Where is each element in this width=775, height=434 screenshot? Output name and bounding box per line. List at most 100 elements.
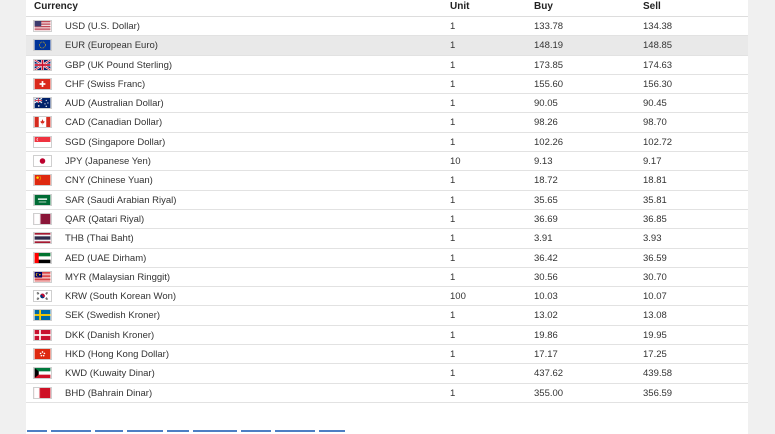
hk-flag-icon bbox=[33, 348, 52, 361]
gb-flag-icon bbox=[33, 58, 52, 71]
currency-name: AUD (Australian Dollar) bbox=[65, 98, 164, 110]
unit-value: 1 bbox=[450, 349, 456, 361]
table-row: AED (UAE Dirham) 1 36.42 36.59 bbox=[26, 249, 748, 268]
table-row: HKD (Hong Kong Dollar) 1 17.17 17.25 bbox=[26, 345, 748, 365]
unit-value: 1 bbox=[450, 21, 456, 32]
left-margin bbox=[0, 0, 26, 434]
buy-rate: 36.42 bbox=[534, 252, 558, 264]
currency-name: DKK (Danish Kroner) bbox=[65, 329, 155, 341]
dk-flag-icon bbox=[33, 328, 52, 341]
currency-name: BHD (Bahrain Dinar) bbox=[65, 387, 153, 399]
currency-name: GBP (UK Pound Sterling) bbox=[65, 59, 173, 71]
sell-rate: 19.95 bbox=[643, 329, 667, 341]
header-currency: Currency bbox=[34, 1, 78, 12]
sell-rate: 10.07 bbox=[643, 291, 667, 303]
table-row: CAD (Canadian Dollar) 1 98.26 98.70 bbox=[26, 113, 748, 133]
currency-name: CAD (Canadian Dollar) bbox=[65, 117, 163, 129]
table-row: MYR (Malaysian Ringgit) 1 30.56 30.70 bbox=[26, 268, 748, 288]
unit-value: 1 bbox=[450, 271, 456, 283]
buy-rate: 98.26 bbox=[534, 117, 558, 129]
unit-value: 1 bbox=[450, 329, 456, 341]
currency-name: SEK (Swedish Kroner) bbox=[65, 310, 161, 322]
table-row: DKK (Danish Kroner) 1 19.86 19.95 bbox=[26, 326, 748, 346]
us-flag-icon bbox=[33, 20, 52, 32]
unit-value: 1 bbox=[450, 194, 456, 206]
currency-name: QAR (Qatari Riyal) bbox=[65, 213, 145, 225]
table-row: SAR (Saudi Arabian Riyal) 1 35.65 35.81 bbox=[26, 191, 748, 210]
sell-rate: 156.30 bbox=[643, 78, 673, 90]
buy-rate: 13.02 bbox=[534, 310, 558, 322]
buy-rate: 90.05 bbox=[534, 98, 558, 110]
table-row: AUD (Australian Dollar) 1 90.05 90.45 bbox=[26, 94, 748, 114]
unit-value: 1 bbox=[450, 252, 456, 264]
buy-rate: 36.69 bbox=[534, 213, 558, 225]
sell-rate: 174.63 bbox=[643, 59, 673, 71]
sell-rate: 439.58 bbox=[643, 368, 673, 380]
sell-rate: 148.85 bbox=[643, 40, 673, 52]
header-sell: Sell bbox=[643, 1, 661, 12]
currency-name: HKD (Hong Kong Dollar) bbox=[65, 349, 170, 361]
unit-value: 1 bbox=[450, 310, 456, 322]
unit-value: 1 bbox=[450, 59, 456, 71]
table-row: JPY (Japanese Yen) 10 9.13 9.17 bbox=[26, 152, 748, 172]
table-row: SEK (Swedish Kroner) 1 13.02 13.08 bbox=[26, 306, 748, 326]
unit-value: 1 bbox=[450, 40, 456, 52]
sell-rate: 36.59 bbox=[643, 252, 667, 264]
kr-flag-icon bbox=[33, 290, 52, 303]
buy-rate: 3.91 bbox=[534, 233, 553, 245]
buy-rate: 35.65 bbox=[534, 194, 558, 206]
table-row: QAR (Qatari Riyal) 1 36.69 36.85 bbox=[26, 210, 748, 230]
buy-rate: 9.13 bbox=[534, 156, 553, 168]
ca-flag-icon bbox=[33, 116, 52, 129]
au-flag-icon bbox=[33, 97, 52, 110]
sell-rate: 17.25 bbox=[643, 349, 667, 361]
currency-name: THB (Thai Baht) bbox=[65, 233, 134, 245]
table-row: KWD (Kuwaity Dinar) 1 437.62 439.58 bbox=[26, 364, 748, 384]
unit-value: 1 bbox=[450, 387, 456, 399]
table-row: EUR (European Euro) 1 148.19 148.85 bbox=[26, 36, 748, 56]
table-header: Currency Unit Buy Sell bbox=[26, 0, 748, 16]
table-row: KRW (South Korean Won) 100 10.03 10.07 bbox=[26, 287, 748, 307]
buy-rate: 355.00 bbox=[534, 387, 564, 399]
currency-name: KRW (South Korean Won) bbox=[65, 291, 177, 303]
unit-value: 10 bbox=[450, 156, 461, 168]
sell-rate: 36.85 bbox=[643, 213, 667, 225]
sell-rate: 90.45 bbox=[643, 98, 667, 110]
unit-value: 1 bbox=[450, 233, 456, 245]
se-flag-icon bbox=[33, 309, 52, 322]
my-flag-icon bbox=[33, 270, 52, 283]
header-unit: Unit bbox=[450, 1, 470, 12]
currency-name: USD (U.S. Dollar) bbox=[65, 21, 140, 32]
sell-rate: 35.81 bbox=[643, 194, 667, 206]
buy-rate: 17.17 bbox=[534, 349, 558, 361]
sell-rate: 98.70 bbox=[643, 117, 667, 129]
buy-rate: 437.62 bbox=[534, 368, 564, 380]
currency-name: EUR (European Euro) bbox=[65, 40, 158, 52]
sell-rate: 18.81 bbox=[643, 175, 667, 187]
table-row: USD (U.S. Dollar) 1 133.78 134.38 bbox=[26, 17, 748, 37]
buy-rate: 30.56 bbox=[534, 271, 558, 283]
sell-rate: 13.08 bbox=[643, 310, 667, 322]
table-row: GBP (UK Pound Sterling) 1 173.85 174.63 bbox=[26, 56, 748, 75]
buy-rate: 173.85 bbox=[534, 59, 564, 71]
currency-name: KWD (Kuwaity Dinar) bbox=[65, 368, 155, 380]
table-row: BHD (Bahrain Dinar) 1 355.00 356.59 bbox=[26, 384, 748, 403]
unit-value: 1 bbox=[450, 98, 456, 110]
sa-flag-icon bbox=[33, 193, 52, 206]
currency-name: JPY (Japanese Yen) bbox=[65, 156, 151, 168]
bh-flag-icon bbox=[33, 386, 52, 399]
unit-value: 1 bbox=[450, 368, 456, 380]
right-margin bbox=[748, 0, 775, 434]
buy-rate: 155.60 bbox=[534, 78, 564, 90]
unit-value: 100 bbox=[450, 291, 466, 303]
footnote-links[interactable] bbox=[27, 430, 447, 434]
header-buy: Buy bbox=[534, 1, 553, 12]
unit-value: 1 bbox=[450, 136, 456, 148]
currency-name: CNY (Chinese Yuan) bbox=[65, 175, 153, 187]
unit-value: 1 bbox=[450, 213, 456, 225]
th-flag-icon bbox=[33, 232, 52, 245]
table-row: SGD (Singapore Dollar) 1 102.26 102.72 bbox=[26, 133, 748, 153]
currency-name: MYR (Malaysian Ringgit) bbox=[65, 271, 171, 283]
table-row: CHF (Swiss Franc) 1 155.60 156.30 bbox=[26, 75, 748, 95]
currency-name: SGD (Singapore Dollar) bbox=[65, 136, 166, 148]
